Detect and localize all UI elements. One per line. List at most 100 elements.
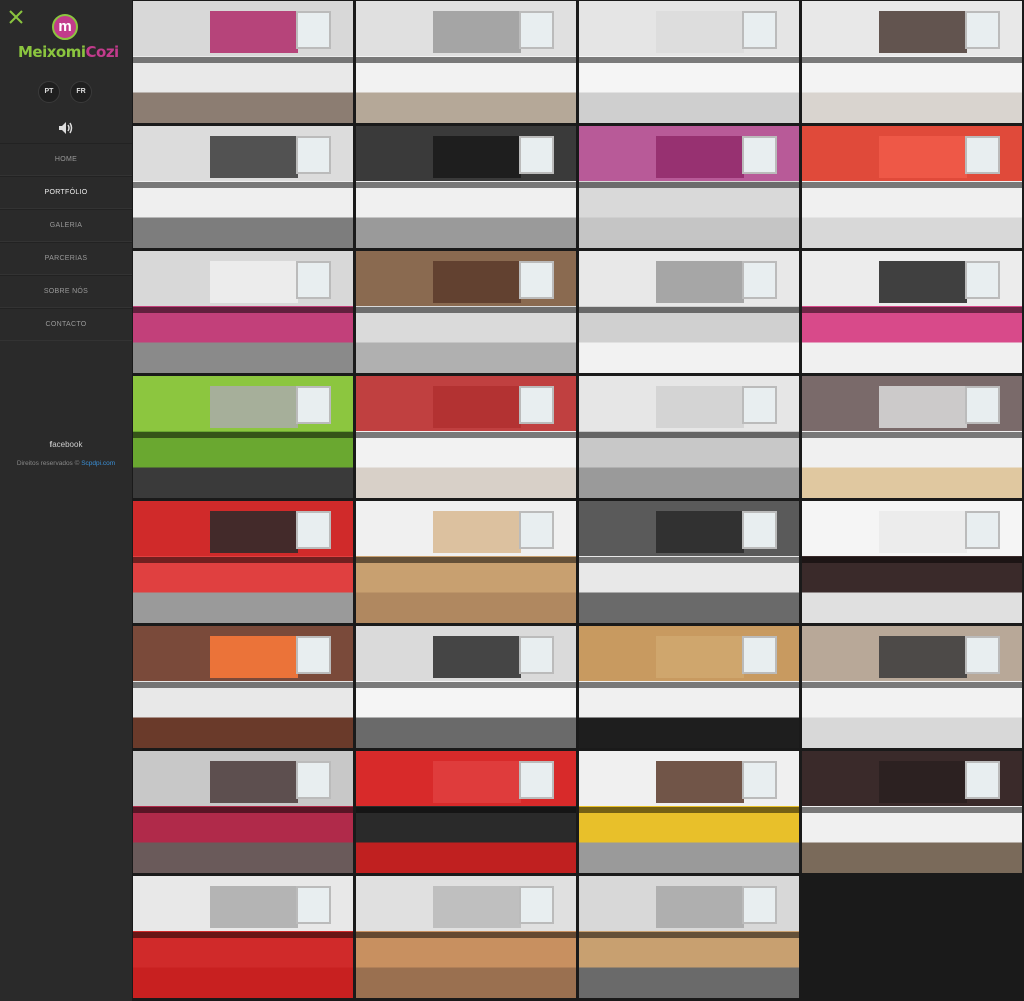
logo[interactable]: m MeixomiCozi <box>18 14 119 64</box>
photo-detail <box>965 760 1000 799</box>
photo-detail <box>742 885 777 924</box>
photo-detail <box>965 510 1000 549</box>
gallery-thumb[interactable] <box>133 1 353 123</box>
photo-detail <box>210 135 298 179</box>
photo-detail <box>210 10 298 54</box>
nav-item-contacto[interactable]: CONTACTO <box>0 308 132 341</box>
photo-detail <box>133 57 353 64</box>
facebook-label: acebook <box>52 440 83 449</box>
photo-detail <box>579 932 799 939</box>
gallery-thumb[interactable] <box>579 251 799 373</box>
gallery-thumb[interactable] <box>802 126 1022 248</box>
photo-detail <box>656 10 744 54</box>
gallery-thumb[interactable] <box>356 751 576 873</box>
gallery-thumb[interactable] <box>802 376 1022 498</box>
photo-detail <box>433 885 521 929</box>
photo-detail <box>210 635 298 679</box>
lang-fr-button[interactable]: FR <box>70 81 92 103</box>
gallery-thumb[interactable] <box>356 876 576 998</box>
gallery-thumb[interactable] <box>802 626 1022 748</box>
nav-item-galeria[interactable]: GALERIA <box>0 209 132 242</box>
photo-detail <box>519 635 554 674</box>
photo-detail <box>356 682 576 689</box>
photo-detail <box>356 932 576 939</box>
photo-detail <box>656 135 744 179</box>
gallery-thumb[interactable] <box>356 1 576 123</box>
nav-item-parcerias[interactable]: PARCERIAS <box>0 242 132 275</box>
photo-detail <box>802 432 1022 439</box>
nav-item-sobre-nos[interactable]: SOBRE NÓS <box>0 275 132 308</box>
gallery-thumb[interactable] <box>133 751 353 873</box>
photo-detail <box>879 135 967 179</box>
photo-detail <box>356 307 576 314</box>
photo-detail <box>656 760 744 804</box>
gallery-thumb[interactable] <box>579 1 799 123</box>
photo-detail <box>579 682 799 689</box>
photo-detail <box>656 510 744 554</box>
gallery-thumb[interactable] <box>579 501 799 623</box>
photo-detail <box>802 307 1022 314</box>
photo-detail <box>579 557 799 564</box>
gallery-thumb[interactable] <box>133 251 353 373</box>
photo-detail <box>296 385 331 424</box>
photo-detail <box>433 635 521 679</box>
photo-detail <box>296 760 331 799</box>
main-nav: HOME PORTFÓLIO GALERIA PARCERIAS SOBRE N… <box>0 143 132 341</box>
photo-detail <box>519 510 554 549</box>
copyright-link[interactable]: Scpdpi.com <box>81 460 115 467</box>
photo-detail <box>742 635 777 674</box>
nav-item-home[interactable]: HOME <box>0 143 132 176</box>
photo-detail <box>802 557 1022 564</box>
photo-detail <box>519 885 554 924</box>
gallery-thumb[interactable] <box>356 626 576 748</box>
gallery-thumb[interactable] <box>579 126 799 248</box>
photo-detail <box>965 635 1000 674</box>
photo-detail <box>433 260 521 304</box>
logo-text: MeixomiCozi <box>18 43 119 61</box>
photo-detail <box>296 510 331 549</box>
gallery-thumb[interactable] <box>579 751 799 873</box>
photo-detail <box>965 260 1000 299</box>
sidebar: m MeixomiCozi PT FR HOME PORTFÓLIO GALER… <box>0 0 132 1001</box>
gallery-thumb[interactable] <box>802 251 1022 373</box>
speaker-icon[interactable] <box>58 121 74 135</box>
photo-detail <box>519 385 554 424</box>
photo-detail <box>433 760 521 804</box>
copyright-text: Direitos reservados © <box>16 460 82 467</box>
photo-detail <box>879 10 967 54</box>
photo-detail <box>296 885 331 924</box>
gallery-thumb[interactable] <box>133 126 353 248</box>
photo-detail <box>802 182 1022 189</box>
gallery-thumb[interactable] <box>802 501 1022 623</box>
gallery-thumb[interactable] <box>356 126 576 248</box>
photo-detail <box>210 885 298 929</box>
photo-detail <box>433 385 521 429</box>
gallery-thumb[interactable] <box>356 251 576 373</box>
gallery-thumb[interactable] <box>579 876 799 998</box>
photo-detail <box>296 260 331 299</box>
photo-detail <box>742 260 777 299</box>
gallery-thumb[interactable] <box>133 501 353 623</box>
photo-detail <box>879 760 967 804</box>
photo-detail <box>296 10 331 49</box>
portfolio-gallery <box>133 1 1024 1001</box>
photo-detail <box>656 385 744 429</box>
gallery-thumb[interactable] <box>133 376 353 498</box>
photo-detail <box>742 510 777 549</box>
gallery-thumb[interactable] <box>579 626 799 748</box>
gallery-thumb[interactable] <box>802 751 1022 873</box>
gallery-thumb[interactable] <box>802 1 1022 123</box>
photo-detail <box>742 760 777 799</box>
gallery-thumb[interactable] <box>133 876 353 998</box>
gallery-thumb[interactable] <box>133 626 353 748</box>
photo-detail <box>433 135 521 179</box>
lang-pt-button[interactable]: PT <box>38 81 60 103</box>
gallery-thumb[interactable] <box>356 501 576 623</box>
photo-detail <box>133 932 353 939</box>
photo-detail <box>579 57 799 64</box>
logo-mark: m <box>52 14 78 40</box>
facebook-link[interactable]: facebook <box>0 440 132 449</box>
gallery-thumb[interactable] <box>356 376 576 498</box>
nav-item-portfolio[interactable]: PORTFÓLIO <box>0 176 132 209</box>
gallery-thumb[interactable] <box>579 376 799 498</box>
